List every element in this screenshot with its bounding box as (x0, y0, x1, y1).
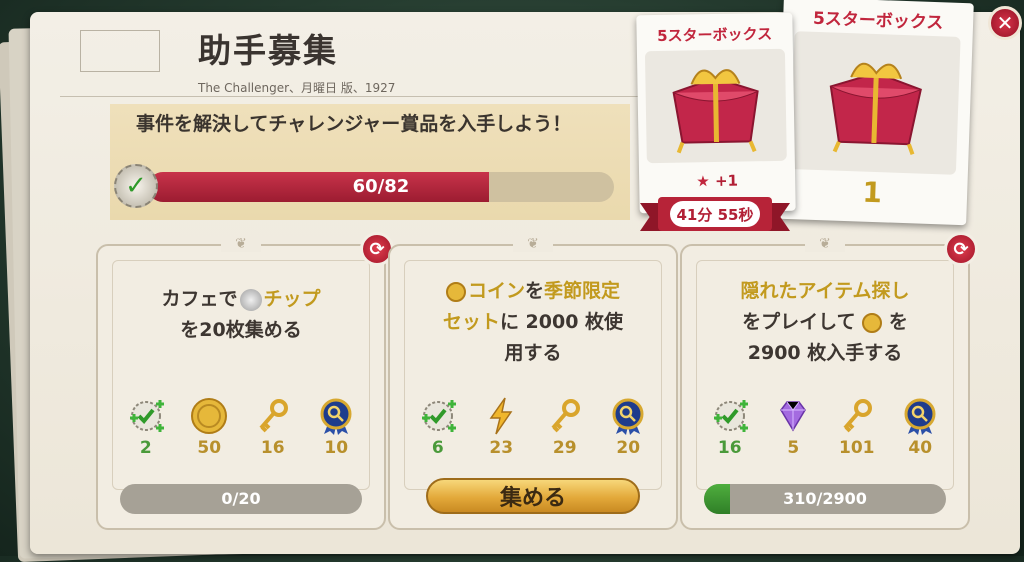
coin-icon (445, 281, 466, 302)
reward-item: 16 (245, 396, 301, 458)
gift-box-image (644, 48, 787, 164)
task-card-1: ❦ ⟳ カフェで チップ を20枚集める 2 50 16 10 0/20 (96, 232, 394, 530)
challenge-progress-bar: 60/82 (148, 172, 614, 202)
task-description: カフェで チップ を20枚集める (161, 288, 321, 341)
badge-plus-icon (126, 396, 166, 436)
reward-item: 40 (892, 396, 948, 458)
reward-list: 6 23 29 20 (406, 396, 660, 458)
task-card-2: ❦ コインを季節限定 セットに 2000 枚使 用する 6 23 29 20 集… (388, 236, 678, 530)
current-box-title: 5スターボックス (656, 25, 773, 46)
timer-ribbon: 41分 55秒 (640, 197, 790, 231)
box-bonus: ★ +1 (696, 171, 739, 191)
reward-item: 5 (765, 396, 821, 458)
masthead-decoration (80, 76, 84, 85)
next-box-count: 1 (861, 175, 883, 210)
tip-coin-icon (239, 288, 262, 311)
reward-item: 29 (537, 396, 593, 458)
gold-key-icon (253, 396, 293, 436)
page-title: 助手募集 (198, 31, 338, 70)
reward-list: 2 50 16 10 (114, 396, 368, 458)
lightning-icon (481, 396, 521, 436)
task-progress-label: 0/20 (221, 489, 261, 508)
reward-item: 20 (600, 396, 656, 458)
collect-button[interactable]: 集める (426, 478, 640, 514)
task-progress-bar: 0/20 (120, 484, 362, 514)
purple-gem-icon (773, 396, 813, 436)
gold-key-icon (545, 396, 585, 436)
reward-item: 6 (410, 396, 466, 458)
card-ornament: ❦ (805, 236, 845, 252)
header-divider (60, 96, 640, 97)
reward-item: 2 (118, 396, 174, 458)
next-reward-box-card[interactable]: 5スターボックス 1 (776, 0, 974, 226)
page-subtitle: The Challenger、月曜日 版、1927 (198, 81, 396, 95)
box-timer: 41分 55秒 (670, 201, 760, 227)
magnifier-medal-icon (316, 396, 356, 436)
gold-key-icon (837, 396, 877, 436)
task-description: コインを季節限定 セットに 2000 枚使 用する (442, 280, 624, 364)
next-box-title: 5スターボックス (812, 8, 944, 34)
challenge-progress-label: 60/82 (352, 176, 410, 197)
close-button[interactable]: ✕ (988, 6, 1022, 40)
task-progress-bar: 310/2900 (704, 484, 946, 514)
reward-item: 50 (181, 396, 237, 458)
magnifier-medal-icon (608, 396, 648, 436)
checkmark-badge-icon: ✓ (114, 164, 158, 208)
task-progress-label: 310/2900 (783, 489, 867, 508)
badge-plus-icon (418, 396, 458, 436)
card-ornament: ❦ (221, 236, 261, 252)
task-description: 隠れたアイテム探し をプレイして を 2900 枚入手する (740, 280, 910, 364)
box-star-icon: ★ (696, 172, 710, 191)
task-card-3: ❦ ⟳ 隠れたアイテム探し をプレイして を 2900 枚入手する 16 5 1… (680, 232, 978, 530)
card-ornament: ❦ (513, 236, 553, 252)
refresh-task-button[interactable]: ⟳ (944, 232, 978, 266)
coin-icon (862, 312, 883, 333)
reward-item: 16 (702, 396, 758, 458)
reward-item: 10 (308, 396, 364, 458)
gold-coin-icon (189, 396, 229, 436)
magnifier-medal-icon (900, 396, 940, 436)
reward-item: 23 (473, 396, 529, 458)
badge-plus-icon (710, 396, 750, 436)
reward-list: 16 5 101 40 (698, 396, 952, 458)
gift-box-image (789, 31, 961, 175)
current-reward-box-card[interactable]: 5スターボックス ★ +1 (636, 12, 796, 214)
challenge-description: 事件を解決してチャレンジャー賞品を入手しよう！ (136, 113, 572, 135)
reward-item: 101 (829, 396, 885, 458)
newspaper-masthead-logo (80, 30, 160, 72)
